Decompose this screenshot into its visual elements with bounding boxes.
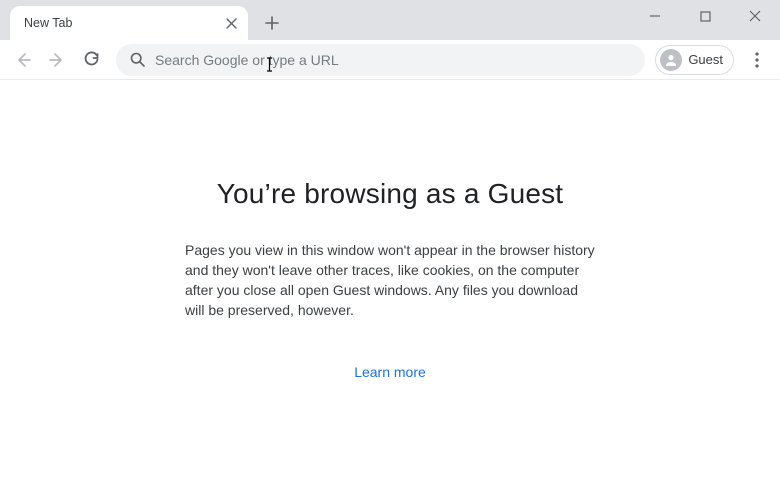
- omnibox-input[interactable]: [155, 52, 631, 68]
- reload-icon: [83, 51, 100, 68]
- x-icon: [749, 10, 761, 22]
- back-button[interactable]: [8, 45, 38, 75]
- tab-title: New Tab: [24, 16, 222, 30]
- toolbar: Guest: [0, 40, 780, 80]
- profile-chip[interactable]: Guest: [655, 45, 734, 75]
- profile-label: Guest: [688, 52, 723, 67]
- omnibox[interactable]: [116, 44, 645, 76]
- person-icon: [664, 53, 678, 67]
- content-area: You’re browsing as a Guest Pages you vie…: [0, 80, 780, 500]
- page-heading: You’re browsing as a Guest: [217, 178, 564, 210]
- page-body-text: Pages you view in this window won't appe…: [185, 240, 595, 320]
- plus-icon: [265, 16, 279, 30]
- main-menu-button[interactable]: [742, 45, 772, 75]
- new-tab-button[interactable]: [258, 9, 286, 37]
- minimize-button[interactable]: [634, 4, 676, 28]
- x-icon: [226, 18, 237, 29]
- search-icon: [130, 52, 145, 67]
- titlebar: New Tab: [0, 0, 780, 40]
- close-tab-button[interactable]: [222, 14, 240, 32]
- reload-button[interactable]: [76, 45, 106, 75]
- maximize-icon: [700, 11, 711, 22]
- learn-more-link[interactable]: Learn more: [354, 364, 426, 380]
- minimize-icon: [649, 10, 661, 22]
- close-window-button[interactable]: [734, 4, 776, 28]
- arrow-left-icon: [14, 51, 32, 69]
- avatar: [660, 49, 682, 71]
- arrow-right-icon: [48, 51, 66, 69]
- kebab-icon: [755, 52, 759, 68]
- window-controls: [634, 4, 776, 28]
- browser-tab[interactable]: New Tab: [10, 6, 248, 40]
- forward-button[interactable]: [42, 45, 72, 75]
- maximize-button[interactable]: [684, 4, 726, 28]
